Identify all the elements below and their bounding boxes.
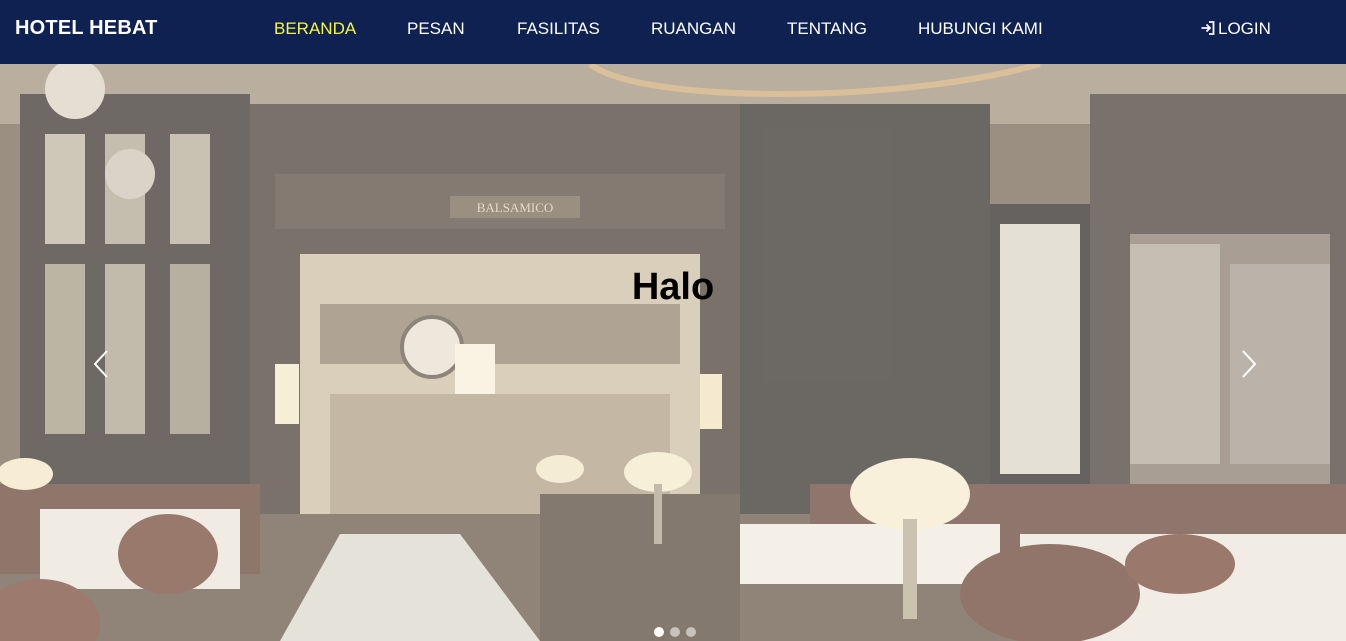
chevron-right-icon [1242,350,1257,378]
carousel-indicator-1[interactable] [654,627,664,637]
carousel-caption: Halo [631,266,715,308]
login-icon [1201,21,1215,35]
navbar: HOTEL HEBAT BERANDA PESAN FASILITAS RUAN… [0,0,1346,64]
nav-pesan[interactable]: PESAN [407,19,465,39]
carousel-next-button[interactable] [1232,348,1262,380]
nav-beranda[interactable]: BERANDA [274,19,356,39]
nav-tentang[interactable]: TENTANG [787,19,867,39]
login-label: LOGIN [1218,19,1271,38]
nav-fasilitas[interactable]: FASILITAS [517,19,600,39]
chevron-left-icon [93,350,108,378]
carousel-indicator-3[interactable] [686,627,696,637]
login-link[interactable]: LOGIN [1200,19,1271,39]
carousel-indicator-2[interactable] [670,627,680,637]
nav-ruangan[interactable]: RUANGAN [651,19,736,39]
nav-hubungi-kami[interactable]: HUBUNGI KAMI [918,19,1043,39]
hero-carousel: BALSAMICO Halo [0,64,1346,641]
image-overlay [0,64,1346,641]
brand-logo[interactable]: HOTEL HEBAT [15,17,158,40]
carousel-prev-button[interactable] [88,348,118,380]
